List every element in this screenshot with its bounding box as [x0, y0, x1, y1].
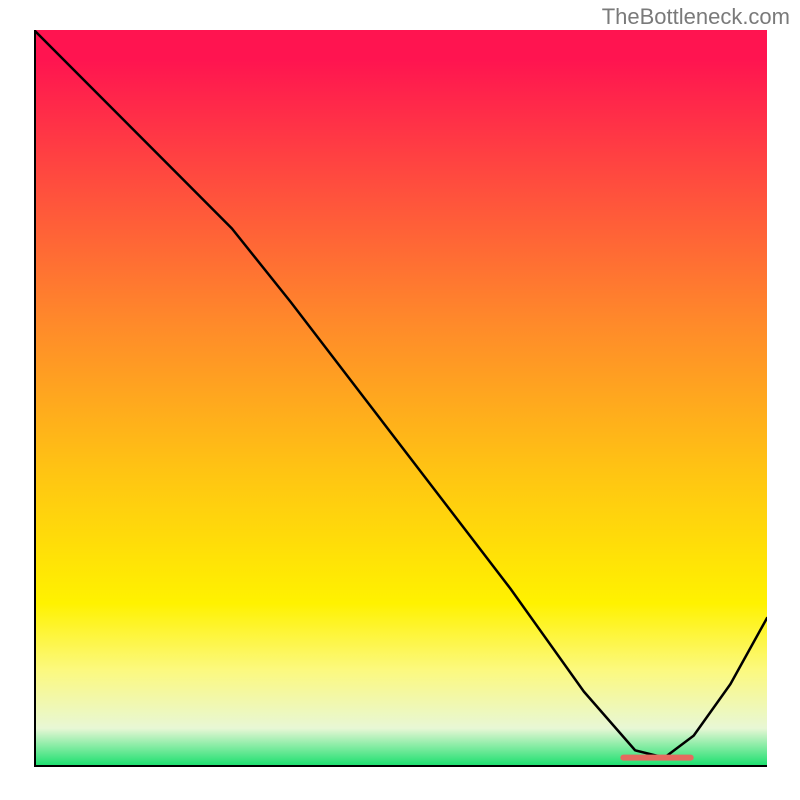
series-curve	[34, 30, 767, 758]
plot-area	[34, 30, 767, 765]
min-marker	[620, 755, 693, 761]
watermark-text: TheBottleneck.com	[602, 4, 790, 30]
chart-svg	[34, 30, 767, 765]
y-axis	[34, 30, 36, 765]
x-axis	[34, 765, 767, 767]
